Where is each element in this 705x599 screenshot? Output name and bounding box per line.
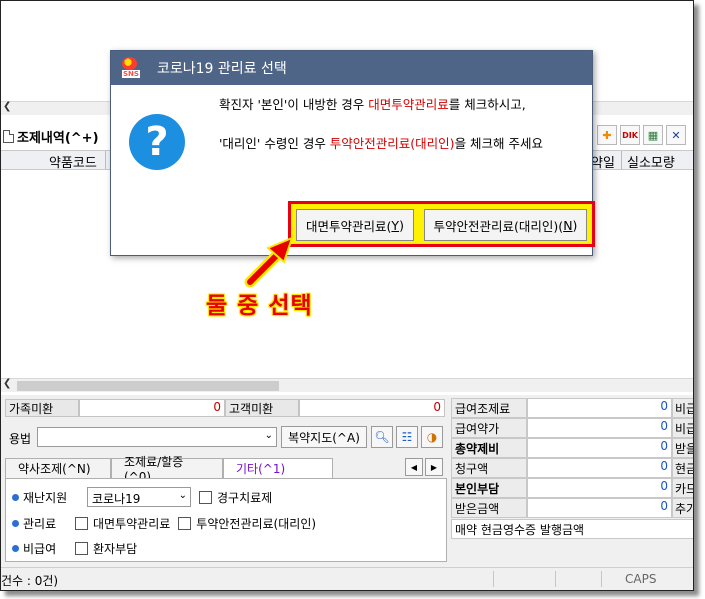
- summary-row: 급여약가 0 비급: [451, 418, 693, 438]
- section-title-label: 조제내역(^+): [17, 131, 99, 146]
- summary-value: 0: [527, 458, 672, 478]
- summary-row: 본인부담 0 카드: [451, 478, 693, 498]
- tab-pharmacist-dispensing[interactable]: 약사조제(^N): [5, 458, 111, 478]
- summary-row: 받은금액 0 추가: [451, 498, 693, 518]
- summary-value: 0: [527, 498, 672, 518]
- scroll-thumb[interactable]: [17, 381, 279, 391]
- app-logo-icon: SNS: [119, 56, 143, 80]
- family-unpaid-label: 가족미환: [5, 399, 79, 417]
- summary-tail-label: 현금: [672, 458, 693, 478]
- bullet-icon: [12, 493, 19, 501]
- oral-treatment-label: 경구치료제: [217, 490, 273, 505]
- grid-toolbar: ✚ DIK ▦ ✕: [597, 125, 686, 145]
- record-count: 건수 : 0건): [1, 574, 59, 588]
- management-fee-label: 관리료: [23, 516, 57, 531]
- document-icon: [3, 130, 14, 143]
- lower-horizontal-scrollbar[interactable]: ❮: [1, 378, 693, 392]
- face-mgmt-label: 대면투약관리료: [93, 516, 171, 531]
- instruction-line-1: 확진자 '본인'이 내방한 경우 대면투약관리료를 체크하시고,: [219, 97, 526, 112]
- annotation-arrow-icon: [244, 236, 294, 288]
- scroll-left-arrow-icon[interactable]: ❮: [3, 101, 11, 112]
- summary-row: 총약제비 0 받을: [451, 438, 693, 458]
- summary-tail-label: 비급: [672, 418, 693, 438]
- summary-label: 급여약가: [451, 418, 527, 438]
- disaster-support-label: 재난지원: [23, 490, 68, 505]
- summary-label: 급여조제료: [451, 398, 527, 418]
- chevron-down-icon[interactable]: ⌄: [265, 430, 273, 441]
- col-consumption: 실소모량: [627, 156, 675, 171]
- summary-row: 청구액 0 현금: [451, 458, 693, 478]
- summary-label: 총약제비: [451, 438, 527, 458]
- summary-value: 0: [527, 418, 672, 438]
- col-drug-code: 약품코드: [49, 156, 97, 171]
- scroll-left-arrow-icon-2[interactable]: ❮: [3, 378, 11, 389]
- bullet-icon-2: [12, 519, 19, 527]
- tab-dispensing-fee[interactable]: 조제료/할증(^0): [111, 455, 223, 484]
- choice-highlight-box: 대면투약관리료(Y) 투약안전관리료(대리인)(N): [288, 201, 595, 247]
- others-tab-panel: 재난지원 코로나19 ⌄ 경구치료제 관리료 대면투약관리료 투약안전관리료(대…: [5, 478, 447, 562]
- usage-label: 용법: [9, 432, 32, 446]
- summary-tail-label: 카드: [672, 478, 693, 498]
- summary-value: 0: [527, 398, 672, 418]
- safety-fee-proxy-button[interactable]: 투약안전관리료(대리인)(N): [424, 209, 587, 241]
- chevron-down-icon-2[interactable]: ⌄: [179, 490, 187, 501]
- summary-tail-label: 받을: [672, 438, 693, 458]
- safety-mgmt-label: 투약안전관리료(대리인): [196, 516, 317, 531]
- oral-treatment-checkbox[interactable]: [199, 490, 212, 504]
- customer-unpaid-label: 고객미환: [225, 399, 299, 417]
- management-fee-row: 관리료 대면투약관리료 투약안전관리료(대리인): [12, 514, 316, 532]
- option-tabs: 약사조제(^N) 조제료/할증(^0) 기타(^1): [5, 455, 333, 484]
- disaster-support-value: 코로나19: [92, 492, 141, 506]
- safety-mgmt-checkbox[interactable]: [178, 516, 192, 530]
- calculator-icon[interactable]: ▦: [643, 125, 663, 145]
- dik-icon[interactable]: DIK: [620, 125, 640, 145]
- summary-label: 본인부담: [451, 478, 527, 498]
- summary-value: 0: [527, 438, 672, 458]
- tools-icon[interactable]: ✕: [666, 125, 686, 145]
- prescription-section-title: 조제내역(^+): [3, 127, 99, 146]
- bullet-icon-3: [12, 544, 19, 552]
- patient-pay-label: 환자부담: [93, 541, 138, 556]
- tab-prev-icon[interactable]: ◀: [405, 458, 423, 476]
- history-icon[interactable]: ◑: [421, 426, 443, 448]
- cash-receipt-label: 매약 현금영수증 발행금액: [451, 519, 693, 539]
- bottom-panel: 가족미환 0 고객미환 0 용법 ⌄ 복약지도(^A) 🔍︎ ☷ ◑ 약사조제(…: [1, 395, 693, 567]
- summary-value: 0: [527, 478, 672, 498]
- face-to-face-fee-button[interactable]: 대면투약관리료(Y): [296, 209, 414, 241]
- tab-next-icon[interactable]: ▶: [425, 458, 443, 476]
- col-days: 약일: [591, 156, 615, 171]
- search-icon[interactable]: 🔍︎: [371, 426, 393, 448]
- tab-others[interactable]: 기타(^1): [223, 458, 333, 478]
- dialog-title: 코로나19 관리료 선택: [157, 61, 287, 77]
- customer-unpaid-value: 0: [299, 399, 445, 417]
- summary-label: 받은금액: [451, 498, 527, 518]
- summary-label: 청구액: [451, 458, 527, 478]
- disaster-support-row: 재난지원 코로나19 ⌄ 경구치료제: [12, 487, 273, 507]
- annotation-label: 둘 중 선택: [206, 293, 313, 319]
- summary-tail-label: 비급: [672, 398, 693, 418]
- summary-row: 급여조제료 0 비급: [451, 398, 693, 418]
- medication-guide-button[interactable]: 복약지도(^A): [281, 426, 367, 448]
- disaster-support-combo[interactable]: 코로나19 ⌄: [87, 487, 191, 507]
- summary-tail-label: 추가: [672, 498, 693, 518]
- covid-fee-dialog: SNS 코로나19 관리료 선택 ? 확진자 '본인'이 내방한 경우 대면투약…: [110, 50, 595, 256]
- instruction-line-2: '대리인' 수령인 경우 투약안전관리료(대리인)을 체크해 주세요: [219, 136, 544, 151]
- receipt-row: 매약 현금영수증 발행금액: [451, 519, 693, 539]
- status-bar: 건수 : 0건) CAPS: [1, 567, 693, 590]
- family-unpaid-row: 가족미환 0 고객미환 0: [5, 399, 445, 417]
- non-benefit-row: 비급여 환자부담: [12, 539, 137, 557]
- patient-pay-checkbox[interactable]: [75, 541, 88, 555]
- usage-combo[interactable]: ⌄: [37, 427, 277, 447]
- face-mgmt-checkbox[interactable]: [75, 516, 88, 530]
- dialog-titlebar: SNS 코로나19 관리료 선택: [111, 51, 592, 85]
- family-unpaid-value: 0: [79, 399, 225, 417]
- caps-indicator: CAPS: [625, 572, 657, 586]
- non-benefit-label: 비급여: [23, 541, 57, 556]
- question-icon: ?: [129, 114, 185, 170]
- add-dur-icon[interactable]: ✚: [597, 125, 617, 145]
- report-icon[interactable]: ☷: [396, 426, 418, 448]
